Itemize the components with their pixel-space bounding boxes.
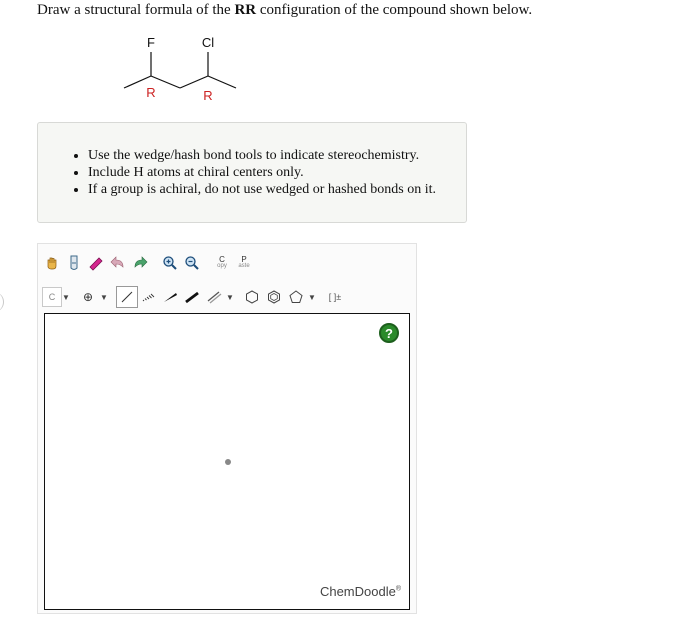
charge-button[interactable]: ⊕: [78, 286, 98, 308]
configuration-label: RR: [234, 2, 257, 18]
chemdoodle-editor: C opy P aste C ▼ ⊕ ▼ ▼ ▼ []± ? ChemDood…: [37, 243, 417, 614]
multi-bond-icon[interactable]: [204, 286, 224, 308]
element-dropdown-icon[interactable]: ▼: [62, 293, 72, 302]
stereo-label-right: R: [203, 88, 212, 103]
toolbar-row-2: C ▼ ⊕ ▼ ▼ ▼ [ ]±: [42, 284, 348, 310]
hash-bond-icon[interactable]: [138, 286, 158, 308]
toolbar-row-1: C opy P aste: [42, 250, 256, 276]
single-bond-button[interactable]: [116, 286, 138, 308]
eraser-icon[interactable]: [86, 252, 106, 274]
chemdoodle-brand: ChemDoodle®: [319, 584, 401, 599]
canvas-center-dot: [225, 459, 231, 465]
paste-button[interactable]: P aste: [234, 252, 254, 274]
copy-button[interactable]: C opy: [212, 252, 232, 274]
instruction-item: If a group is achiral, do not use wedged…: [88, 181, 466, 198]
stereo-label-left: R: [146, 85, 155, 100]
redo-icon[interactable]: [130, 252, 150, 274]
charge-dropdown-icon[interactable]: ▼: [100, 293, 110, 302]
instruction-item: Use the wedge/hash bond tools to indicat…: [88, 147, 466, 164]
lasso-tool-icon[interactable]: [64, 252, 84, 274]
bracket-button[interactable]: [ ]±: [324, 286, 346, 308]
help-button[interactable]: ?: [379, 323, 399, 343]
question-text: Draw a structural formula of the RR conf…: [37, 2, 533, 18]
zoom-in-icon[interactable]: [160, 252, 180, 274]
element-button[interactable]: C: [42, 287, 62, 307]
hexagon-ring-icon[interactable]: [242, 286, 262, 308]
drawing-canvas[interactable]: ? ChemDoodle®: [44, 313, 410, 610]
wedge-bond-icon[interactable]: [160, 286, 180, 308]
benzene-ring-icon[interactable]: [264, 286, 284, 308]
undo-icon[interactable]: [108, 252, 128, 274]
instruction-item: Include H atoms at chiral centers only.: [88, 164, 466, 181]
instructions-list: Use the wedge/hash bond tools to indicat…: [38, 147, 466, 198]
compound-structure: F Cl R R: [123, 35, 237, 103]
left-edge-marker: [0, 292, 4, 312]
pentagon-ring-icon[interactable]: [286, 286, 306, 308]
zoom-out-icon[interactable]: [182, 252, 202, 274]
ring-dropdown-icon[interactable]: ▼: [308, 293, 318, 302]
bold-bond-icon[interactable]: [182, 286, 202, 308]
fluorine-label: F: [147, 35, 155, 50]
chlorine-label: Cl: [202, 35, 214, 50]
instructions-box: Use the wedge/hash bond tools to indicat…: [37, 122, 467, 223]
hand-tool-icon[interactable]: [42, 252, 62, 274]
bond-dropdown-icon[interactable]: ▼: [226, 293, 236, 302]
